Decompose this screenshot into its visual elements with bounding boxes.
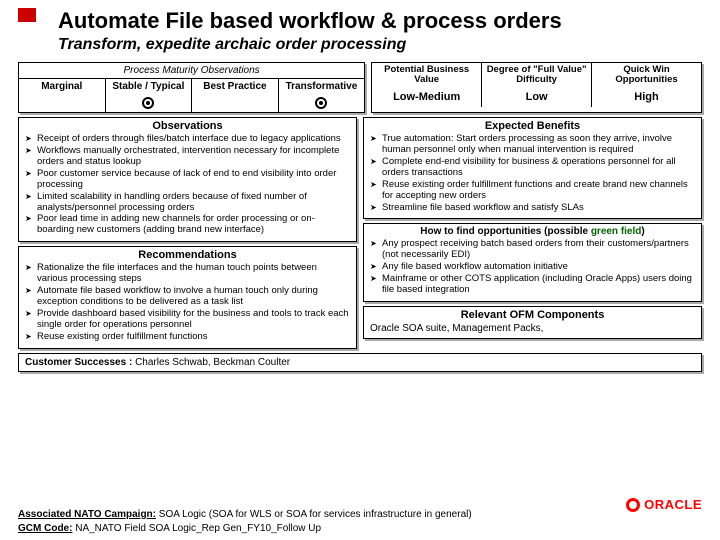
maturity-col-0: Marginal [19, 79, 106, 94]
target-icon [142, 97, 154, 109]
observations-list: Receipt of orders through files/batch in… [25, 134, 350, 236]
nato-label: Associated NATO Campaign: [18, 509, 156, 520]
recommendations-panel: Recommendations Rationalize the file int… [18, 246, 357, 348]
list-item: True automation: Start orders processing… [370, 134, 695, 156]
metric-val-1: Low [482, 87, 592, 107]
nato-text: SOA Logic (SOA for WLS or SOA for servic… [156, 509, 472, 520]
recommendations-list: Rationalize the file interfaces and the … [25, 263, 350, 342]
top-tables: Process Maturity Observations Marginal S… [18, 62, 702, 113]
list-item: Poor customer service because of lack of… [25, 169, 350, 191]
gcm-line: GCM Code: NA_NATO Field SOA Logic_Rep Ge… [18, 523, 702, 534]
list-item: Reuse existing order fulfillment functio… [25, 332, 350, 343]
maturity-box: Process Maturity Observations Marginal S… [18, 62, 365, 113]
maturity-col-2: Best Practice [192, 79, 279, 94]
footer: Associated NATO Campaign: SOA Logic (SOA… [18, 506, 702, 534]
recommendations-title: Recommendations [25, 249, 350, 261]
successes-label: Customer Successes : [25, 357, 135, 368]
slide-subtitle: Transform, expedite archaic order proces… [58, 36, 702, 54]
ofm-text: Oracle SOA suite, Management Packs, [370, 323, 695, 334]
list-item: Automate file based workflow to involve … [25, 286, 350, 308]
ofm-panel: Relevant OFM Components Oracle SOA suite… [363, 306, 702, 339]
list-item: Any prospect receiving batch based order… [370, 239, 695, 261]
list-item: Provide dashboard based visibility for t… [25, 309, 350, 331]
right-column: Expected Benefits True automation: Start… [363, 117, 702, 349]
list-item: Workflows manually orchestrated, interve… [25, 146, 350, 168]
nato-line: Associated NATO Campaign: SOA Logic (SOA… [18, 509, 702, 520]
metric-head-0: Potential Business Value [372, 63, 482, 87]
metric-val-2: High [592, 87, 701, 107]
maturity-col-3: Transformative [279, 79, 365, 94]
marker-cell-2 [192, 94, 279, 112]
content-columns: Observations Receipt of orders through f… [18, 117, 702, 349]
observations-title: Observations [25, 120, 350, 132]
benefits-panel: Expected Benefits True automation: Start… [363, 117, 702, 219]
metrics-box: Potential Business Value Degree of "Full… [371, 62, 702, 113]
list-item: Rationalize the file interfaces and the … [25, 263, 350, 285]
list-item: Reuse existing order fulfillment functio… [370, 180, 695, 202]
opp-title-c: ) [641, 226, 644, 237]
opp-title-green: green field [591, 226, 642, 237]
marker-cell-3 [279, 94, 365, 112]
opp-title-a: How to find opportunities (possible [420, 226, 591, 237]
ofm-title: Relevant OFM Components [370, 309, 695, 321]
list-item: Poor lead time in adding new channels fo… [25, 214, 350, 236]
gcm-label: GCM Code: [18, 523, 72, 534]
benefits-list: True automation: Start orders processing… [370, 134, 695, 213]
observations-panel: Observations Receipt of orders through f… [18, 117, 357, 242]
metric-head-1: Degree of "Full Value" Difficulty [482, 63, 592, 87]
opportunities-title: How to find opportunities (possible gree… [370, 226, 695, 237]
slide-title: Automate File based workflow & process o… [58, 8, 702, 34]
left-column: Observations Receipt of orders through f… [18, 117, 357, 349]
target-icon [315, 97, 327, 109]
metric-val-0: Low-Medium [372, 87, 482, 107]
gcm-text: NA_NATO Field SOA Logic_Rep Gen_FY10_Fol… [72, 523, 321, 534]
successes-panel: Customer Successes : Charles Schwab, Bec… [18, 353, 702, 372]
list-item: Limited scalability in handling orders b… [25, 192, 350, 214]
metric-head-2: Quick Win Opportunities [592, 63, 701, 87]
successes-text: Charles Schwab, Beckman Coulter [135, 357, 290, 368]
red-accent-bar [18, 8, 36, 22]
opportunities-list: Any prospect receiving batch based order… [370, 239, 695, 296]
list-item: Streamline file based workflow and satis… [370, 203, 695, 214]
list-item: Any file based workflow automation initi… [370, 262, 695, 273]
list-item: Complete end-end visibility for business… [370, 157, 695, 179]
list-item: Receipt of orders through files/batch in… [25, 134, 350, 145]
opportunities-panel: How to find opportunities (possible gree… [363, 223, 702, 302]
benefits-title: Expected Benefits [370, 120, 695, 132]
marker-cell-0 [19, 94, 106, 112]
maturity-header: Process Maturity Observations [19, 63, 364, 79]
marker-cell-1 [106, 94, 193, 112]
list-item: Mainframe or other COTS application (inc… [370, 274, 695, 296]
maturity-col-1: Stable / Typical [106, 79, 193, 94]
